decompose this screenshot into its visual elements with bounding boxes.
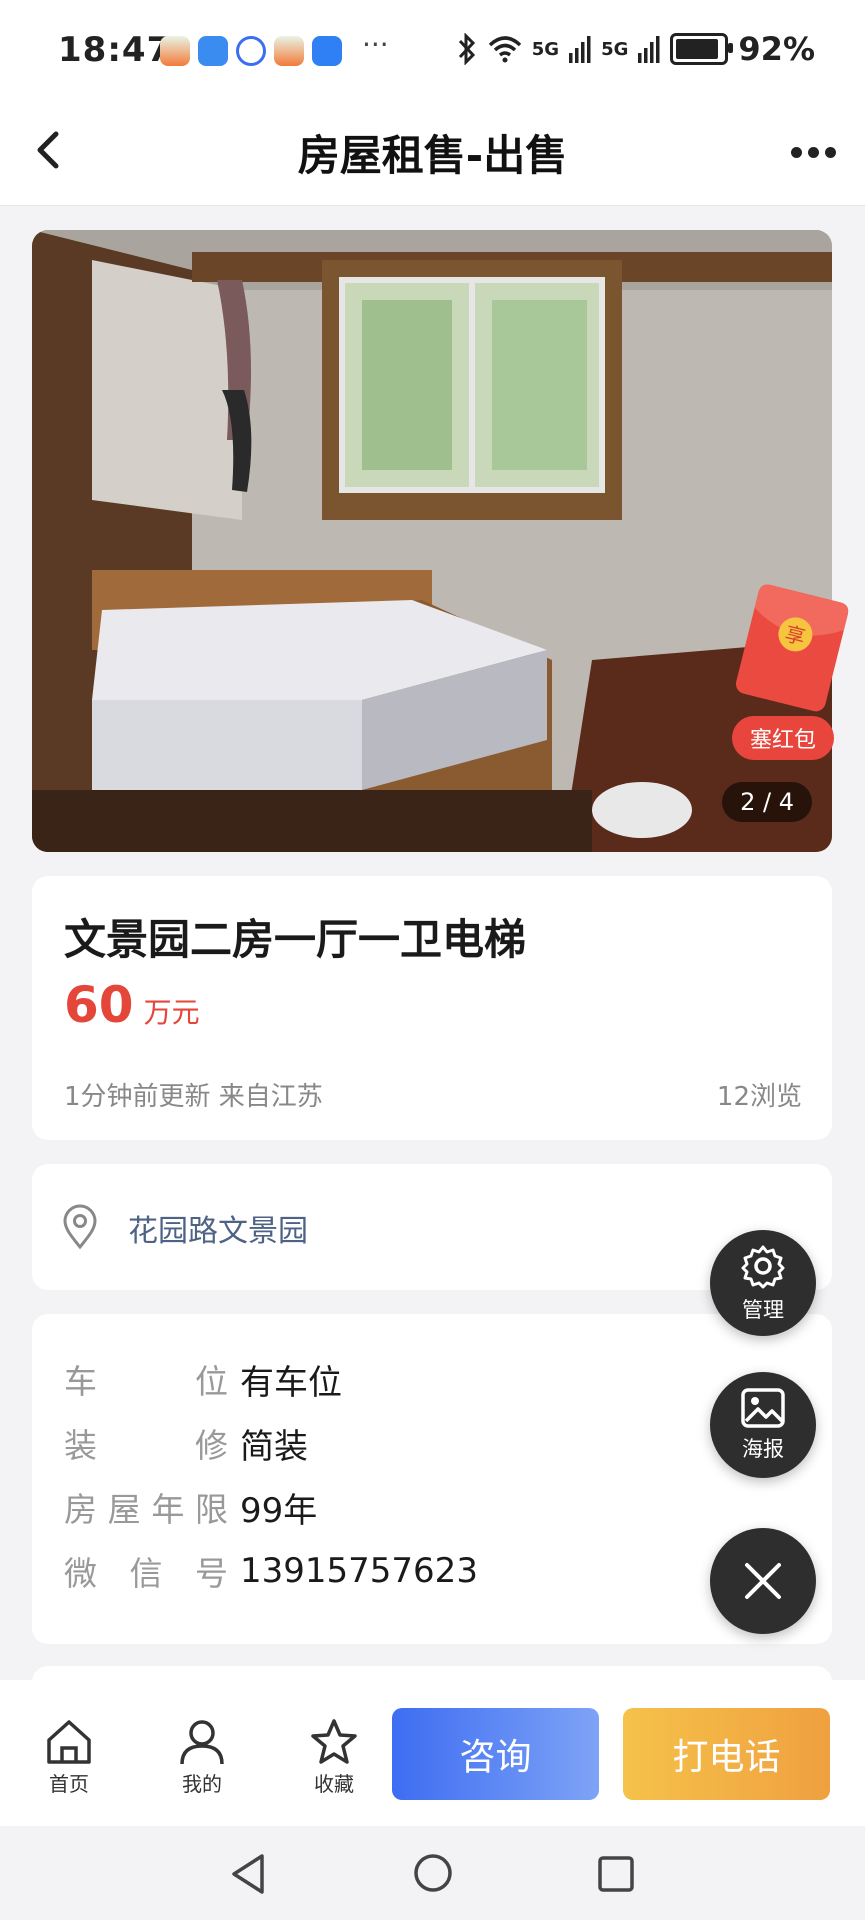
shopping-app-icon (198, 36, 228, 66)
detail-row-property-term: 房 屋 年 限 99年 (64, 1482, 317, 1532)
photo-counter: 2 / 4 (722, 782, 812, 822)
signal-label-1: 5G (531, 38, 560, 60)
price-unit: 万元 (143, 996, 200, 1029)
nav-home[interactable]: 首页 (24, 1718, 114, 1797)
status-time: 18:47 (58, 30, 172, 70)
poster-label: 海报 (742, 1437, 784, 1461)
more-notifications-icon: ··· (362, 28, 389, 61)
dot-icon (790, 146, 802, 158)
signal-bars-icon-2 (638, 36, 660, 63)
detail-row-wechat: 微 信 号 13915757623 (64, 1546, 478, 1596)
nav-home-label: 首页 (49, 1772, 89, 1796)
room-photo-image (32, 230, 832, 852)
star-icon (311, 1719, 357, 1764)
bottom-action-bar: 首页 我的 收藏 咨询 打电话 (0, 1680, 865, 1826)
close-fab-button[interactable] (710, 1528, 816, 1634)
detail-row-decoration: 装 修 简装 (64, 1418, 308, 1468)
system-back-icon[interactable] (228, 1852, 268, 1896)
detail-label: 房 屋 年 限 (64, 1490, 228, 1529)
user-icon (180, 1720, 224, 1765)
consult-button[interactable]: 咨询 (392, 1708, 599, 1800)
status-indicators: 5G 5G 92% (456, 30, 815, 68)
detail-value-parking: 有车位 (240, 1362, 342, 1403)
location-pin-icon (63, 1204, 97, 1250)
address-text: 花园路文景园 (128, 1214, 308, 1249)
price-row: 60 万元 (64, 976, 200, 1034)
system-recents-icon[interactable] (596, 1854, 636, 1894)
detail-label: 微 信 号 (64, 1554, 228, 1593)
app-header: 房屋租售-出售 (0, 100, 865, 206)
red-packet-label[interactable]: 塞红包 (732, 716, 835, 760)
battery-percent: 92% (738, 30, 815, 68)
gear-icon (741, 1245, 785, 1289)
more-options-button[interactable] (783, 122, 843, 182)
bluetooth-icon (458, 33, 475, 65)
manage-label: 管理 (742, 1298, 784, 1322)
battery-icon (670, 33, 734, 65)
page-title: 房屋租售-出售 (297, 131, 568, 180)
signal-label-2: 5G (601, 38, 629, 60)
listing-info-card: 文景园二房一厅一卫电梯 60 万元 1分钟前更新 来自江苏 12浏览 (32, 876, 832, 1140)
nav-favorite-label: 收藏 (314, 1772, 354, 1796)
home-icon (47, 1720, 91, 1764)
poster-button[interactable]: 海报 (710, 1372, 816, 1478)
detail-value-wechat[interactable]: 13915757623 (240, 1551, 478, 1591)
notification-icons (160, 36, 342, 66)
update-meta: 1分钟前更新 来自江苏 (64, 1082, 323, 1112)
wifi-icon (488, 36, 521, 63)
nav-favorite[interactable]: 收藏 (289, 1718, 379, 1797)
search-app-icon (312, 36, 342, 66)
listing-photo[interactable]: 2 / 4 (32, 230, 832, 852)
nav-mine[interactable]: 我的 (157, 1718, 247, 1797)
close-icon (745, 1563, 781, 1599)
dot-icon (807, 146, 819, 158)
dot-icon (824, 146, 836, 158)
call-button[interactable]: 打电话 (623, 1708, 830, 1800)
manage-button[interactable]: 管理 (710, 1230, 816, 1336)
baidu-paw-icon (236, 36, 266, 66)
status-bar: 18:47 ··· 5G 5G 92% (0, 0, 865, 100)
detail-row-parking: 车 位 有车位 (64, 1354, 342, 1404)
detail-label: 车 位 (64, 1362, 228, 1401)
listing-title: 文景园二房一厅一卫电梯 (64, 915, 527, 964)
view-count: 12浏览 (716, 1082, 802, 1112)
price-value: 60 (64, 976, 134, 1034)
detail-label: 装 修 (64, 1426, 228, 1465)
house-app-icon-2 (274, 36, 304, 66)
house-app-icon (160, 36, 190, 66)
signal-bars-icon (569, 36, 591, 63)
nav-mine-label: 我的 (182, 1772, 222, 1796)
detail-value-property-term: 99年 (240, 1490, 318, 1531)
image-icon (741, 1388, 785, 1428)
system-home-icon[interactable] (412, 1852, 454, 1894)
detail-value-decoration: 简装 (240, 1426, 308, 1467)
system-nav-bar (0, 1826, 865, 1920)
